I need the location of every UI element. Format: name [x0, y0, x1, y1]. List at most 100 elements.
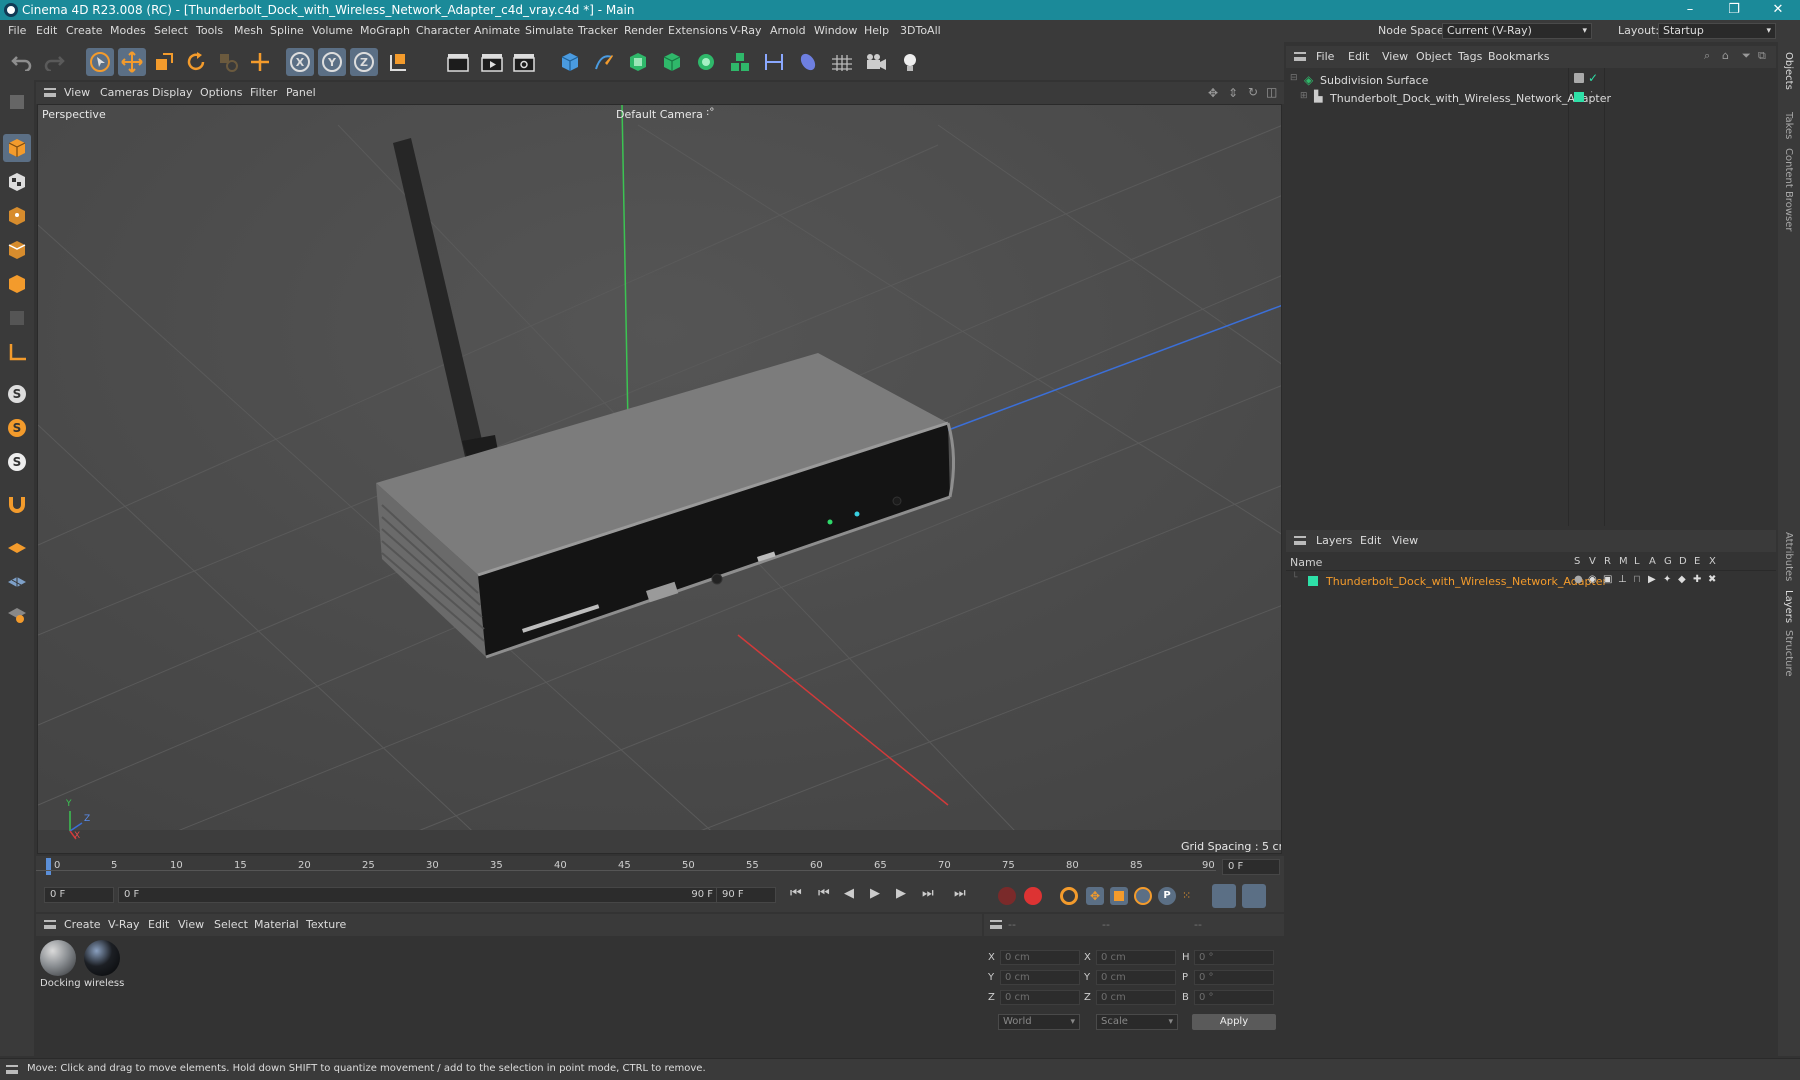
scale-tool-button[interactable]	[150, 48, 178, 76]
viewport-menu-panel[interactable]: Panel	[286, 86, 316, 99]
frame-range-slider[interactable]: 0 F 90 F	[118, 887, 736, 903]
layer-xref-icon[interactable]: ✖	[1708, 574, 1716, 585]
tab-takes[interactable]: Takes	[1783, 112, 1794, 139]
position-y-field[interactable]: 0 cm	[1000, 970, 1080, 985]
previous-frame-icon[interactable]: ◀	[844, 886, 854, 901]
close-button[interactable]: ✕	[1756, 0, 1800, 20]
visibility-dots-icon[interactable]: ⁚	[1590, 90, 1593, 101]
edit-tag-icon[interactable]	[1574, 73, 1584, 83]
menu-modes[interactable]: Modes	[110, 24, 146, 37]
menu-edit[interactable]: Edit	[36, 24, 57, 37]
object-row[interactable]: ⊟ ◈ Subdivision Surface ✓	[1286, 71, 1776, 90]
play-icon[interactable]: ▶	[870, 886, 880, 901]
layer-row[interactable]: └ Thunderbolt_Dock_with_Wireless_Network…	[1286, 572, 1776, 590]
start-frame-field[interactable]: 0 F	[44, 887, 114, 903]
menu-extensions[interactable]: Extensions	[668, 24, 728, 37]
viewport-menu-cameras[interactable]: Cameras	[100, 86, 149, 99]
material-menu-material[interactable]: Material	[254, 918, 299, 931]
x-axis-lock-button[interactable]: X	[286, 48, 314, 76]
layer-lock-icon[interactable]: ⊓	[1633, 574, 1641, 585]
layer-animation-icon[interactable]: ▶	[1648, 574, 1656, 585]
layer-deformer-icon[interactable]: ◆	[1678, 574, 1686, 585]
playhead[interactable]	[46, 858, 51, 875]
autokey-icon[interactable]	[1024, 887, 1042, 905]
objects-menu-view[interactable]: View	[1382, 50, 1408, 63]
menu-mograph[interactable]: MoGraph	[360, 24, 410, 37]
material-menu-edit[interactable]: Edit	[148, 918, 169, 931]
menu-animate[interactable]: Animate	[474, 24, 520, 37]
tab-attributes[interactable]: Attributes	[1783, 532, 1794, 581]
material-menu-texture[interactable]: Texture	[306, 918, 346, 931]
snap-button[interactable]: S	[3, 380, 31, 408]
uv-mode-button[interactable]	[3, 304, 31, 332]
hamburger-icon[interactable]	[6, 1065, 18, 1074]
layer-render-icon[interactable]: ▣	[1603, 574, 1612, 585]
grid-plane-button[interactable]	[3, 566, 31, 594]
menu-vray[interactable]: V-Ray	[730, 24, 762, 37]
select-tool-button[interactable]	[86, 48, 114, 76]
key-pla-icon[interactable]: ⁙	[1182, 887, 1200, 905]
timeline-ruler[interactable]: 0 5 10 15 20 25 30 35 40 45 50 55 60 65 …	[36, 856, 1284, 878]
menu-volume[interactable]: Volume	[312, 24, 353, 37]
objects-menu-edit[interactable]: Edit	[1348, 50, 1369, 63]
live-selection-button[interactable]	[246, 48, 274, 76]
snap-settings-button[interactable]: S	[3, 414, 31, 442]
record-icon[interactable]	[998, 887, 1016, 905]
rotation-p-field[interactable]: 0 °	[1194, 970, 1274, 985]
menu-create[interactable]: Create	[66, 24, 103, 37]
expand-icon[interactable]: ⊟	[1290, 73, 1298, 83]
cube-button[interactable]	[556, 48, 584, 76]
layout-select[interactable]: Startup ▾	[1658, 23, 1776, 39]
menu-render[interactable]: Render	[624, 24, 663, 37]
layer-solo-icon[interactable]: ●	[1574, 574, 1583, 585]
viewport-menu-options[interactable]: Options	[200, 86, 242, 99]
objects-menu-bookmarks[interactable]: Bookmarks	[1488, 50, 1549, 63]
size-mode-select[interactable]: Scale ▾	[1096, 1014, 1178, 1030]
move-tool-button[interactable]	[118, 48, 146, 76]
tab-objects[interactable]: Objects	[1783, 52, 1794, 90]
dolly-view-icon[interactable]: ⇕	[1228, 86, 1238, 100]
field-button[interactable]	[794, 48, 822, 76]
layers-menu-layers[interactable]: Layers	[1316, 534, 1352, 547]
layers-menu-edit[interactable]: Edit	[1360, 534, 1381, 547]
snap-enable-button[interactable]: S	[3, 448, 31, 476]
end-frame-field[interactable]: 90 F	[716, 887, 776, 903]
camera-name[interactable]: Default Camera	[616, 108, 703, 121]
light-button[interactable]	[896, 48, 924, 76]
size-z-field[interactable]: 0 cm	[1096, 990, 1176, 1005]
size-x-field[interactable]: 0 cm	[1096, 950, 1176, 965]
menu-3dtoall[interactable]: 3DToAll	[900, 24, 941, 37]
menu-select[interactable]: Select	[154, 24, 188, 37]
key-parameter-icon[interactable]: P	[1158, 887, 1176, 905]
camera-button[interactable]	[862, 48, 890, 76]
material-menu-view[interactable]: View	[178, 918, 204, 931]
go-to-start-icon[interactable]: ⏮	[790, 886, 802, 901]
filter-icon[interactable]: ⏷	[1742, 49, 1751, 63]
tab-layers[interactable]: Layers	[1783, 590, 1794, 623]
enabled-check-icon[interactable]: ✓	[1588, 71, 1598, 85]
tab-content-browser[interactable]: Content Browser	[1783, 148, 1794, 231]
rotate-view-icon[interactable]: ↻	[1248, 85, 1258, 99]
menu-tools[interactable]: Tools	[196, 24, 223, 37]
hamburger-icon[interactable]	[44, 88, 56, 97]
layer-manager-icon[interactable]: ⊥	[1618, 574, 1627, 585]
render-picture-viewer-button[interactable]	[478, 48, 506, 76]
objects-menu-object[interactable]: Object	[1416, 50, 1452, 63]
minimize-button[interactable]: –	[1668, 0, 1712, 20]
array-button[interactable]	[726, 48, 754, 76]
objects-menu-tags[interactable]: Tags	[1458, 50, 1482, 63]
hamburger-icon[interactable]	[1294, 536, 1306, 545]
layer-name[interactable]: Thunderbolt_Dock_with_Wireless_Network_A…	[1326, 575, 1607, 588]
search-icon[interactable]: ⌕	[1704, 49, 1710, 63]
current-frame-field[interactable]: 0 F	[1222, 859, 1280, 875]
layer-color-swatch[interactable]	[1308, 576, 1318, 586]
hamburger-icon[interactable]	[44, 920, 56, 929]
menu-spline[interactable]: Spline	[270, 24, 304, 37]
menu-character[interactable]: Character	[416, 24, 470, 37]
size-y-field[interactable]: 0 cm	[1096, 970, 1176, 985]
make-editable-button[interactable]	[3, 88, 31, 116]
material-menu-vray[interactable]: V-Ray	[108, 918, 140, 931]
layer-color-icon[interactable]	[1574, 92, 1584, 102]
object-row[interactable]: ⊞ ▙ Thunderbolt_Dock_with_Wireless_Netwo…	[1286, 90, 1776, 108]
expand-icon[interactable]: ⊞	[1300, 91, 1308, 101]
